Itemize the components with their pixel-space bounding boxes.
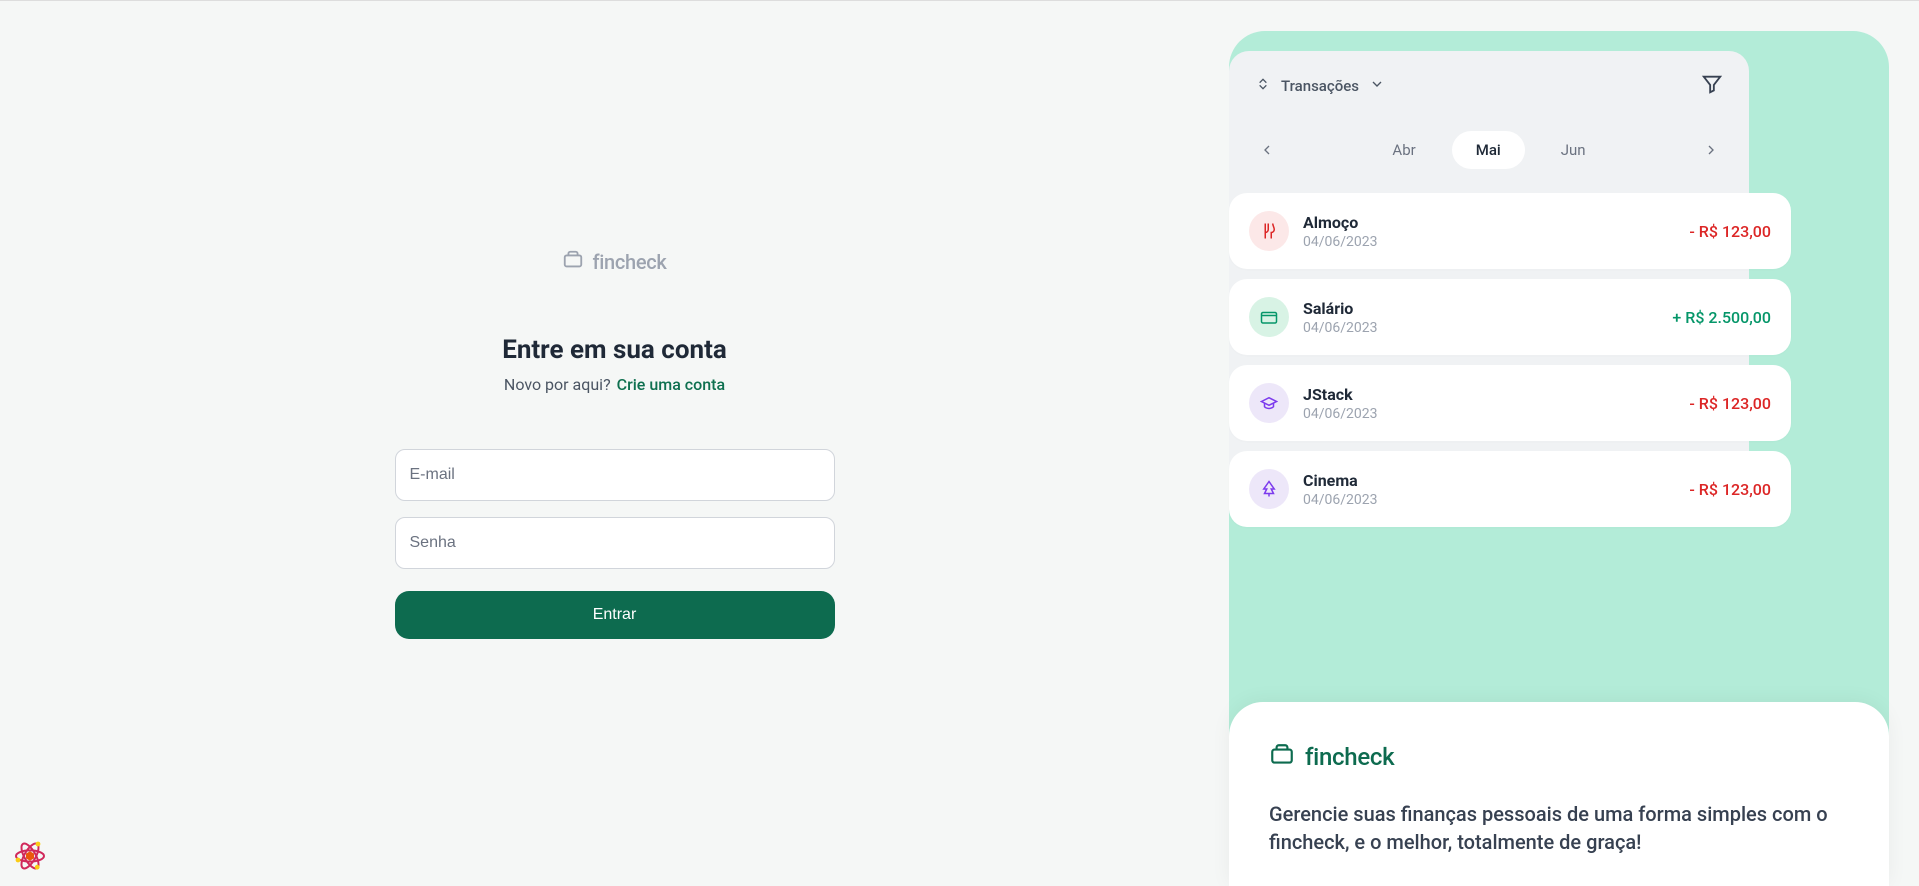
- transaction-date: 04/06/2023: [1303, 492, 1378, 508]
- transaction-info: Cinema 04/06/2023: [1303, 471, 1378, 508]
- transaction-info: Almoço 04/06/2023: [1303, 213, 1378, 250]
- logo-small: fincheck: [562, 249, 666, 275]
- transaction-row[interactable]: Salário 04/06/2023 + R$ 2.500,00: [1229, 279, 1791, 355]
- logo-large: fincheck: [1269, 742, 1849, 772]
- transaction-name: JStack: [1303, 385, 1378, 404]
- transaction-left: JStack 04/06/2023: [1249, 383, 1378, 423]
- transaction-row[interactable]: JStack 04/06/2023 - R$ 123,00: [1229, 365, 1791, 441]
- prev-month-button[interactable]: [1255, 138, 1279, 162]
- login-subtext: Novo por aqui?: [504, 375, 611, 394]
- transaction-left: Salário 04/06/2023: [1249, 297, 1378, 337]
- transaction-list: Almoço 04/06/2023 - R$ 123,00: [1229, 193, 1749, 527]
- transaction-amount: - R$ 123,00: [1689, 222, 1771, 241]
- login-heading: Entre em sua conta: [502, 335, 727, 365]
- transaction-date: 04/06/2023: [1303, 234, 1378, 250]
- tree-icon: [1249, 469, 1289, 509]
- login-form: Entrar: [395, 449, 835, 639]
- card-icon: [1249, 297, 1289, 337]
- login-panel: fincheck Entre em sua conta Novo por aqu…: [0, 1, 1229, 886]
- promo-text: Gerencie suas finanças pessoais de uma f…: [1269, 800, 1849, 856]
- react-query-devtools-icon[interactable]: [10, 836, 50, 876]
- education-icon: [1249, 383, 1289, 423]
- month-selector: Abr Mai Jun: [1229, 121, 1749, 193]
- preview-panel: Transações: [1229, 31, 1889, 886]
- swap-icon: [1255, 76, 1271, 96]
- transaction-row[interactable]: Cinema 04/06/2023 - R$ 123,00: [1229, 451, 1791, 527]
- transaction-row[interactable]: Almoço 04/06/2023 - R$ 123,00: [1229, 193, 1791, 269]
- filter-icon[interactable]: [1701, 73, 1723, 99]
- transactions-dropdown[interactable]: Transações: [1255, 76, 1385, 96]
- brand-name-large: fincheck: [1305, 743, 1394, 771]
- transaction-left: Almoço 04/06/2023: [1249, 211, 1378, 251]
- brand-name: fincheck: [592, 250, 666, 274]
- login-subtext-row: Novo por aqui? Crie uma conta: [504, 375, 725, 394]
- wallet-icon: [1269, 742, 1295, 772]
- wallet-icon: [562, 249, 584, 275]
- food-icon: [1249, 211, 1289, 251]
- transaction-name: Salário: [1303, 299, 1378, 318]
- transaction-amount: - R$ 123,00: [1689, 480, 1771, 499]
- transactions-preview: Transações: [1229, 51, 1749, 527]
- create-account-link[interactable]: Crie uma conta: [617, 375, 725, 394]
- transaction-amount: - R$ 123,00: [1689, 394, 1771, 413]
- password-field[interactable]: [395, 517, 835, 569]
- transaction-date: 04/06/2023: [1303, 406, 1378, 422]
- transaction-date: 04/06/2023: [1303, 320, 1378, 336]
- preview-header: Transações: [1229, 51, 1749, 121]
- months-list: Abr Mai Jun: [1368, 131, 1609, 169]
- transaction-info: Salário 04/06/2023: [1303, 299, 1378, 336]
- chevron-down-icon: [1369, 76, 1385, 96]
- promo-card: fincheck Gerencie suas finanças pessoais…: [1229, 702, 1889, 886]
- transaction-amount: + R$ 2.500,00: [1672, 308, 1771, 327]
- transaction-name: Almoço: [1303, 213, 1378, 232]
- month-prev[interactable]: Abr: [1368, 131, 1439, 169]
- transaction-left: Cinema 04/06/2023: [1249, 469, 1378, 509]
- month-current[interactable]: Mai: [1452, 131, 1525, 169]
- login-button[interactable]: Entrar: [395, 591, 835, 639]
- transaction-info: JStack 04/06/2023: [1303, 385, 1378, 422]
- transaction-name: Cinema: [1303, 471, 1378, 490]
- email-field[interactable]: [395, 449, 835, 501]
- month-next[interactable]: Jun: [1537, 131, 1610, 169]
- next-month-button[interactable]: [1699, 138, 1723, 162]
- transactions-label: Transações: [1281, 77, 1359, 95]
